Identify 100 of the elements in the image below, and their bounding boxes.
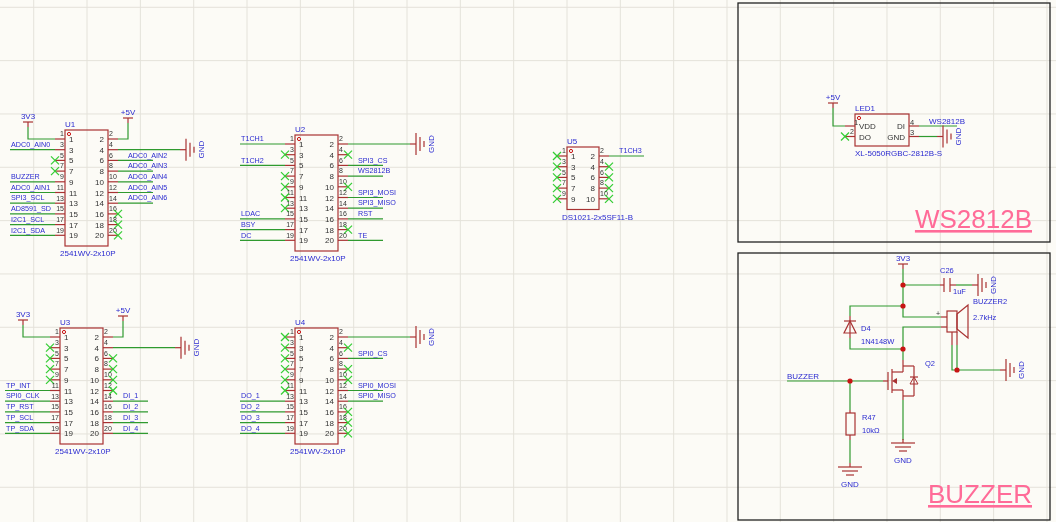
pin-name: 19 bbox=[299, 236, 308, 246]
pin-name: 5 bbox=[69, 156, 74, 166]
power-label: +5V bbox=[120, 108, 136, 117]
pin-name: 14 bbox=[325, 204, 334, 214]
sheet-title: BUZZER bbox=[928, 479, 1032, 509]
pin-name: 5 bbox=[299, 354, 304, 364]
pin-name: 16 bbox=[325, 407, 334, 417]
pin-name: 20 bbox=[90, 429, 99, 439]
pin-name: 6 bbox=[329, 354, 334, 364]
pin-name: 4 bbox=[329, 343, 334, 353]
pin-name: 16 bbox=[90, 407, 99, 417]
pin-name: 8 bbox=[94, 365, 99, 375]
pin-name: 20 bbox=[95, 231, 104, 241]
designator: LED1 bbox=[855, 104, 875, 113]
pin-name: 3 bbox=[69, 145, 74, 155]
ground-label: GND bbox=[427, 328, 436, 346]
part-label: 2541WV-2x10P bbox=[290, 254, 346, 263]
pin-name: 19 bbox=[299, 429, 308, 439]
pin-name: 14 bbox=[325, 397, 334, 407]
part-label: DS1021-2x5SF11-B bbox=[562, 212, 633, 222]
pin-name: 15 bbox=[299, 407, 308, 417]
pin-name: 16 bbox=[325, 214, 334, 224]
pin-name: 9 bbox=[69, 177, 74, 187]
ground-label: GND bbox=[841, 480, 859, 489]
power-label: 3V3 bbox=[895, 254, 911, 263]
pin-name: 1 bbox=[64, 333, 69, 342]
pin-name: 12 bbox=[90, 386, 99, 396]
power-label: +5V bbox=[825, 93, 841, 102]
pin-name: 20 bbox=[325, 236, 334, 246]
ground-label: GND bbox=[894, 456, 912, 465]
pin-name: 10 bbox=[586, 194, 595, 204]
pin-name: 10 bbox=[325, 375, 334, 385]
pin-name: 6 bbox=[329, 161, 334, 171]
pin-name: 18 bbox=[95, 220, 104, 230]
pin-name: 4 bbox=[99, 145, 104, 155]
pin-name: 17 bbox=[64, 418, 73, 428]
pin-name: 11 bbox=[299, 193, 308, 203]
pin-name: 20 bbox=[325, 429, 334, 439]
ground-label: GND bbox=[989, 276, 998, 294]
pin-name: DI bbox=[897, 122, 905, 131]
pin-name: 2 bbox=[329, 140, 334, 149]
pin-name: 17 bbox=[299, 418, 308, 428]
pin-name: 2 bbox=[94, 333, 99, 342]
pin-name: 1 bbox=[571, 152, 576, 161]
part-label: 2541WV-2x10P bbox=[290, 447, 346, 456]
pin-name: 3 bbox=[64, 343, 69, 353]
sheet-title: WS2812B bbox=[914, 204, 1032, 234]
power-label: +5V bbox=[115, 306, 131, 315]
pin-name: 7 bbox=[299, 365, 304, 375]
pin-name: 19 bbox=[69, 231, 78, 241]
pin-name: 8 bbox=[329, 172, 334, 182]
pin-name: 10 bbox=[90, 375, 99, 385]
pin-name: 1 bbox=[299, 333, 304, 342]
pin-name: 12 bbox=[95, 188, 104, 198]
ground-label: GND bbox=[197, 140, 206, 159]
pin-name: 9 bbox=[571, 194, 576, 204]
part-label: 2541WV-2x10P bbox=[60, 249, 116, 258]
pin-name: 1 bbox=[299, 140, 304, 149]
designator: U4 bbox=[295, 318, 306, 327]
pin-name: 11 bbox=[64, 386, 73, 396]
pin-name: 7 bbox=[571, 184, 576, 194]
pin-name: 4 bbox=[94, 343, 99, 353]
ground-label: GND bbox=[954, 127, 963, 146]
pin-name: 2 bbox=[99, 135, 104, 144]
pin-name: 6 bbox=[94, 354, 99, 364]
pin-name: 10 bbox=[95, 177, 104, 187]
pin-name: 2 bbox=[590, 152, 595, 161]
pin-name: 11 bbox=[69, 188, 78, 198]
pin-name: 15 bbox=[64, 407, 73, 417]
pin-name: 16 bbox=[95, 209, 104, 219]
pin-name: 13 bbox=[299, 204, 308, 214]
pin-name: 13 bbox=[64, 397, 73, 407]
pin-name: 14 bbox=[95, 199, 104, 209]
pin-name: 6 bbox=[99, 156, 104, 166]
pin-name: 15 bbox=[299, 214, 308, 224]
pin-name: 5 bbox=[299, 161, 304, 171]
pin-name: 3 bbox=[299, 343, 304, 353]
pin-name: 18 bbox=[90, 418, 99, 428]
pin-name: 10 bbox=[325, 182, 334, 192]
pin-name: 4 bbox=[590, 162, 595, 172]
power-label: 3V3 bbox=[20, 112, 36, 121]
pin-name: 2 bbox=[329, 333, 334, 342]
pin-name: 12 bbox=[325, 193, 334, 203]
pin-name: 4 bbox=[329, 150, 334, 160]
net-label: BUZZER bbox=[787, 372, 819, 381]
pin-name: 7 bbox=[64, 365, 69, 375]
pin-name: 9 bbox=[64, 375, 69, 385]
pin-name: 7 bbox=[299, 172, 304, 182]
pin-name: 17 bbox=[69, 220, 78, 230]
pin-name: 17 bbox=[299, 225, 308, 235]
designator: U2 bbox=[295, 125, 306, 134]
pin-name: VDD bbox=[859, 122, 876, 131]
pin-name: 14 bbox=[90, 397, 99, 407]
part-label: XL-5050RGBC-2812B-S bbox=[855, 149, 943, 158]
pin-name: 6 bbox=[590, 173, 595, 183]
pin-name: 13 bbox=[299, 397, 308, 407]
pin-name: DO bbox=[859, 132, 871, 142]
ground-label: GND bbox=[427, 135, 436, 153]
pin-name: 7 bbox=[69, 167, 74, 177]
pin-name: 18 bbox=[325, 225, 334, 235]
